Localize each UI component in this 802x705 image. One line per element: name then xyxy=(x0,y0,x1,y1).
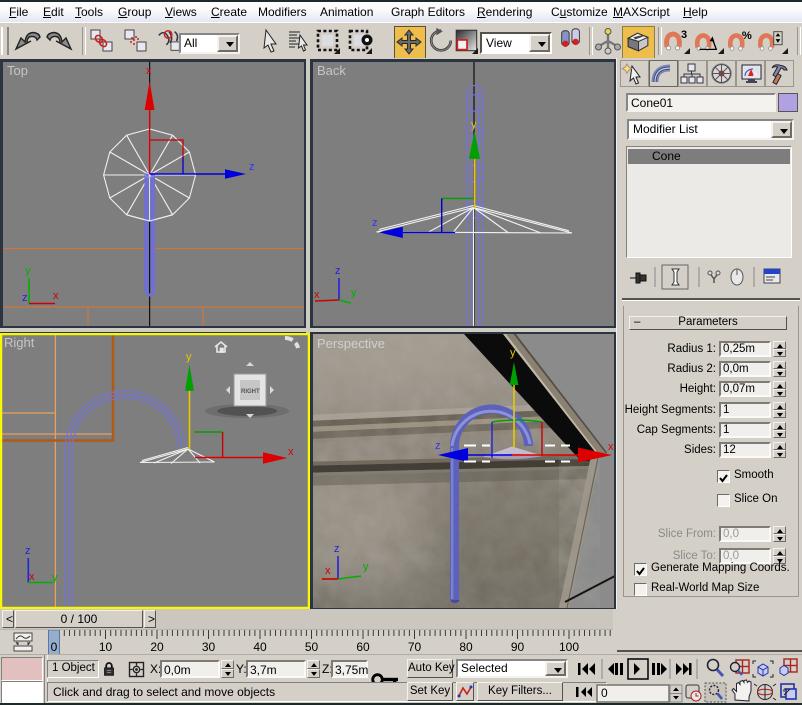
svg-text:y: y xyxy=(351,287,357,299)
svg-text:z: z xyxy=(22,292,28,304)
svg-text:80: 80 xyxy=(459,640,473,654)
svg-text:90: 90 xyxy=(511,640,525,654)
svg-text:20: 20 xyxy=(150,640,164,654)
svg-text:0: 0 xyxy=(601,686,608,700)
svg-text:y: y xyxy=(186,351,192,363)
svg-text:z: z xyxy=(249,161,255,173)
svg-text:60: 60 xyxy=(356,640,370,654)
svg-text:x: x xyxy=(29,571,35,583)
svg-text:z: z xyxy=(25,545,31,557)
svg-text:z: z xyxy=(435,440,441,452)
svg-text:Perspective: Perspective xyxy=(317,336,385,351)
svg-text:y: y xyxy=(52,572,58,584)
svg-text:30: 30 xyxy=(202,640,216,654)
svg-text:0: 0 xyxy=(51,640,58,654)
svg-text:Top: Top xyxy=(7,63,28,78)
svg-text:x: x xyxy=(288,446,294,458)
svg-text:Back: Back xyxy=(317,63,346,78)
svg-text:z: z xyxy=(335,265,341,277)
svg-text:z: z xyxy=(334,543,340,555)
svg-text:x: x xyxy=(608,441,614,453)
svg-text:RIGHT: RIGHT xyxy=(241,389,260,395)
svg-text:y: y xyxy=(471,119,477,131)
svg-text:70: 70 xyxy=(408,640,422,654)
svg-text:40: 40 xyxy=(253,640,267,654)
svg-text:10: 10 xyxy=(99,640,113,654)
svg-text:50: 50 xyxy=(305,640,319,654)
svg-text:z: z xyxy=(372,217,378,229)
svg-text:Right: Right xyxy=(4,335,35,350)
svg-text:x: x xyxy=(325,565,331,577)
svg-text:y: y xyxy=(363,561,369,573)
svg-text:100: 100 xyxy=(559,640,579,654)
svg-text:y: y xyxy=(25,265,31,277)
svg-text:x: x xyxy=(146,65,152,77)
svg-text:x: x xyxy=(314,289,320,301)
svg-text:y: y xyxy=(510,347,516,359)
svg-text:x: x xyxy=(53,290,59,302)
